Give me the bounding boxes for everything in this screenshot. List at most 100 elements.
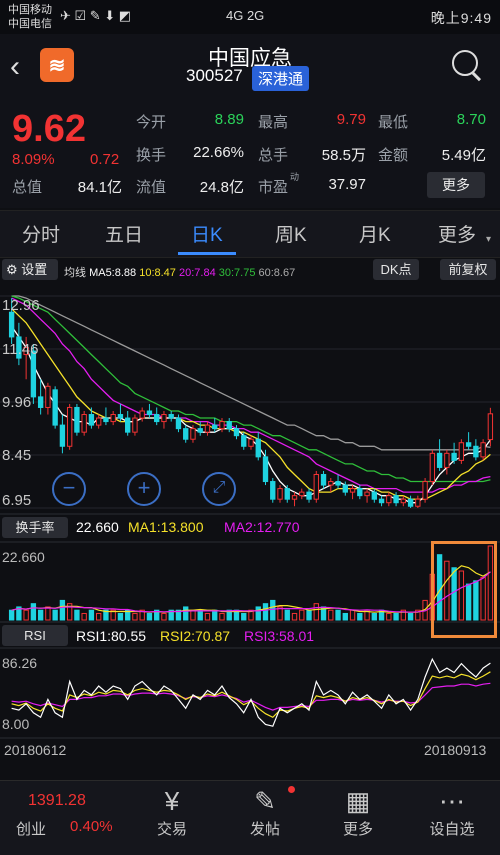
- grid-icon: ▦: [345, 786, 371, 816]
- turnover-bar: [357, 612, 363, 621]
- forward-adjust-button[interactable]: 前复权: [440, 259, 496, 280]
- pe-label: 市盈: [258, 179, 289, 196]
- candle-body: [88, 414, 95, 426]
- turnover-axis-max: 22.660: [2, 549, 45, 565]
- turnover-bar: [161, 612, 167, 621]
- tab-intraday[interactable]: 分时: [22, 220, 60, 247]
- turnover-bar: [299, 609, 305, 621]
- rsi2-value: RSI2:70.87: [160, 628, 231, 644]
- stock-name: 中国应急: [208, 47, 292, 70]
- turnover-bar: [255, 606, 261, 621]
- nav-add-watchlist[interactable]: ⋯ 设自选: [412, 780, 492, 854]
- candle-body: [400, 498, 407, 504]
- turnover-indicator-button[interactable]: 换手率: [2, 517, 68, 538]
- zoom-out-icon[interactable]: −: [52, 472, 86, 506]
- candle-body: [103, 417, 109, 423]
- date-start: 20180612: [4, 742, 67, 758]
- candle-body: [349, 488, 356, 493]
- candle-body: [480, 442, 486, 458]
- zoom-in-icon[interactable]: +: [127, 472, 161, 506]
- gear-icon: ⚙: [6, 262, 18, 277]
- turnover-bar: [183, 606, 189, 621]
- turnover-bar: [291, 612, 298, 621]
- shenzhen-hk-connect-badge[interactable]: 深港通: [252, 66, 310, 91]
- index-ticker[interactable]: 1391.28 创业 0.40%: [0, 780, 125, 854]
- tab-five-day[interactable]: 五日: [105, 220, 143, 247]
- price-axis-label: 9.96: [2, 394, 31, 411]
- candle-body: [306, 491, 312, 500]
- dk-point-button[interactable]: DK点: [373, 259, 419, 280]
- candle-body: [262, 456, 269, 483]
- candle-body: [212, 424, 218, 430]
- amount-value: 5.49亿: [441, 147, 486, 164]
- turnover-ma2: MA2:12.770: [224, 519, 300, 535]
- price-axis-label: 12.96: [2, 297, 40, 314]
- candle-body: [59, 424, 66, 447]
- tab-weekly-k[interactable]: 周K: [275, 220, 307, 247]
- change-amount: 0.72: [90, 151, 120, 168]
- price-axis-label: 6.95: [2, 492, 31, 509]
- turnover-bar: [88, 609, 95, 621]
- index-change: 0.40%: [70, 818, 113, 835]
- turnover-bar: [30, 603, 37, 621]
- rsi3-value: RSI3:58.01: [244, 628, 315, 644]
- candle-body: [393, 495, 399, 504]
- nav-more-label: 更多: [342, 821, 373, 838]
- notification-icons: ✈ ☑ ✎ ⬇ ◩: [60, 8, 132, 23]
- rsi1-line: [11, 657, 491, 727]
- turnover-bar: [204, 612, 211, 621]
- candle-body: [335, 481, 341, 486]
- fullscreen-icon[interactable]: ⤢: [202, 472, 236, 506]
- current-price: 9.62: [12, 108, 86, 150]
- candle-body: [226, 421, 232, 430]
- tab-daily-k[interactable]: 日K: [191, 220, 223, 247]
- candle-body: [175, 417, 182, 430]
- status-time: 晚上9:49: [430, 10, 492, 26]
- candle-body: [197, 428, 203, 433]
- more-quote-button[interactable]: 更多: [427, 172, 485, 198]
- rsi2-line: [11, 671, 491, 719]
- candle-body: [248, 438, 254, 447]
- candle-body: [451, 452, 457, 461]
- rsi-indicator-button[interactable]: RSI: [2, 625, 68, 646]
- candle-body: [183, 428, 189, 440]
- open-label: 今开: [136, 114, 167, 131]
- search-icon[interactable]: [452, 50, 478, 76]
- candle-body: [95, 417, 102, 426]
- ma60-value: 60:8.67: [258, 267, 296, 279]
- candle-body: [422, 481, 428, 500]
- candle-body: [458, 442, 465, 461]
- candle-body: [429, 452, 436, 483]
- signal-indicator: 4G 2G: [226, 8, 265, 23]
- turnover-bar: [270, 599, 276, 621]
- candle-body: [117, 414, 124, 419]
- nav-more[interactable]: ▦ 更多: [318, 780, 398, 854]
- candle-body: [313, 473, 319, 500]
- candle-body: [52, 389, 58, 426]
- tab-monthly-k[interactable]: 月K: [359, 220, 391, 247]
- tab-more[interactable]: 更多: [438, 220, 476, 247]
- candle-body: [277, 488, 283, 500]
- turnover-bar: [45, 606, 51, 621]
- yen-icon: ¥: [164, 786, 180, 816]
- candle-body: [371, 491, 377, 500]
- turnover-bar: [8, 609, 15, 621]
- turnover-bar: [52, 609, 58, 621]
- low-value: 8.70: [456, 111, 486, 128]
- candle-body: [154, 414, 160, 423]
- nav-post-label: 发帖: [249, 821, 280, 838]
- turnover-bar: [284, 609, 290, 621]
- volume-label: 总手: [258, 147, 289, 164]
- turnover-bar: [393, 612, 399, 621]
- settings-button[interactable]: ⚙ 设置: [2, 259, 58, 280]
- tab-more-chevron-icon: ▾: [486, 234, 492, 245]
- turnover-bar: [190, 609, 196, 621]
- candle-body: [139, 410, 145, 419]
- candle-body: [342, 484, 348, 493]
- nav-trade[interactable]: ¥ 交易: [132, 780, 212, 854]
- market-cap-label: 总值: [12, 179, 43, 196]
- candle-body: [66, 406, 73, 447]
- turnover-bar: [74, 609, 80, 621]
- nav-add-watchlist-label: 设自选: [429, 821, 475, 838]
- candle-body: [328, 481, 334, 486]
